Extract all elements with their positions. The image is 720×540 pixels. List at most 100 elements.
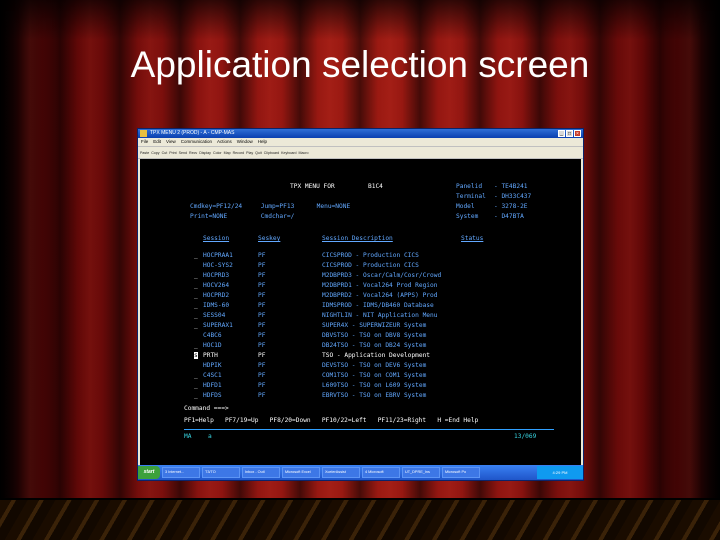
terminal-label: Terminal bbox=[456, 193, 486, 200]
model-label: Model bbox=[456, 203, 475, 210]
session-name: HOCPRD2 bbox=[203, 292, 230, 299]
toolbar-button[interactable]: Send bbox=[179, 151, 187, 155]
session-seskey: PF bbox=[258, 372, 266, 379]
oia-separator bbox=[184, 429, 554, 430]
session-seskey: PF bbox=[258, 342, 266, 349]
toolbar-button[interactable]: Keyboard bbox=[281, 151, 296, 155]
cmdkey-line: Cmdkey=PF12/24 Jump=PF13 Menu=NONE bbox=[190, 203, 351, 210]
taskbar-item[interactable]: Inbox - Outl bbox=[242, 467, 280, 478]
session-description: TSO - Application Development bbox=[322, 352, 431, 359]
model: - 3278-2E bbox=[494, 203, 528, 210]
header-status: Status bbox=[461, 235, 484, 242]
row-mark[interactable]: _ bbox=[194, 392, 198, 399]
menu-title: TPX MENU FOR bbox=[290, 183, 335, 190]
session-seskey: PF bbox=[258, 392, 266, 399]
row-mark[interactable]: _ bbox=[194, 312, 198, 319]
session-description: M2DBPRD1 - Vocal264 Prod Region bbox=[322, 282, 438, 289]
taskbar-item[interactable]: XcelerAssist bbox=[322, 467, 360, 478]
start-button[interactable]: start bbox=[138, 466, 160, 479]
slide-title: Application selection screen bbox=[130, 44, 590, 85]
row-mark[interactable]: _ bbox=[194, 292, 198, 299]
system: - D47BTA bbox=[494, 213, 524, 220]
session-name: HOCV264 bbox=[203, 282, 230, 289]
session-description: M2DBPRD3 - Oscar/Calm/Cosr/Crowd bbox=[322, 272, 442, 279]
window-titlebar[interactable]: TPX MENU 2 (PROD) - A - CMP-MAS _ □ × bbox=[138, 129, 583, 138]
toolbar-button[interactable]: Macro bbox=[299, 151, 309, 155]
taskbar-item[interactable]: Microsoft Excel bbox=[282, 467, 320, 478]
panel-id-label: Panelid bbox=[456, 183, 483, 190]
session-name: SESS04 bbox=[203, 312, 226, 319]
session-name: IDMS-60 bbox=[203, 302, 230, 309]
header-session: Session bbox=[203, 235, 230, 242]
terminal-screen[interactable]: TPX MENU FOR B1C4 Panelid - TE4B241 Term… bbox=[140, 159, 581, 467]
menu-file[interactable]: File bbox=[141, 138, 148, 146]
session-description: DEVSTSO - TSO on DEV6 System bbox=[322, 362, 427, 369]
terminal-emulator-window: TPX MENU 2 (PROD) - A - CMP-MAS _ □ × Fi… bbox=[137, 128, 584, 481]
row-mark[interactable]: _ bbox=[194, 342, 198, 349]
menu-actions[interactable]: Actions bbox=[217, 138, 232, 146]
session-name: SUPERAX1 bbox=[203, 322, 233, 329]
menu-communication[interactable]: Communication bbox=[181, 138, 212, 146]
menu-edit[interactable]: Edit bbox=[153, 138, 161, 146]
toolbar-button[interactable]: Display bbox=[199, 151, 211, 155]
taskbar-item[interactable]: 3 Internet... bbox=[162, 467, 200, 478]
row-mark[interactable]: _ bbox=[194, 382, 198, 389]
session-name: HDFD1 bbox=[203, 382, 222, 389]
session-description: EBRVTSO - TSO on EBRV System bbox=[322, 392, 427, 399]
row-mark[interactable]: _ bbox=[194, 372, 198, 379]
session-seskey: PF bbox=[258, 382, 266, 389]
panel-id: - TE4B241 bbox=[494, 183, 528, 190]
taskbar-item[interactable]: T3/TO bbox=[202, 467, 240, 478]
session-name: C4BC6 bbox=[203, 332, 222, 339]
terminal-id: - DH33C437 bbox=[494, 193, 532, 200]
menu-help[interactable]: Help bbox=[258, 138, 267, 146]
maximize-icon[interactable]: □ bbox=[566, 130, 573, 137]
session-name: C4SC1 bbox=[203, 372, 222, 379]
session-description: DB24TSO - TSO on DB24 System bbox=[322, 342, 427, 349]
session-seskey: PF bbox=[258, 282, 266, 289]
toolbar-button[interactable]: Paste bbox=[140, 151, 149, 155]
menu-window[interactable]: Window bbox=[237, 138, 253, 146]
toolbar-button[interactable]: Quit bbox=[255, 151, 262, 155]
row-mark-selected[interactable]: s bbox=[194, 352, 198, 359]
row-mark[interactable]: _ bbox=[194, 302, 198, 309]
toolbar-button[interactable]: Record bbox=[233, 151, 245, 155]
close-icon[interactable]: × bbox=[574, 130, 581, 137]
session-name: HOCPRD3 bbox=[203, 272, 230, 279]
taskbar-item[interactable]: Microsoft Po bbox=[442, 467, 480, 478]
user-id: B1C4 bbox=[368, 183, 383, 190]
toolbar-button[interactable]: Play bbox=[246, 151, 253, 155]
session-description: DBVSTSO - TSO on DBV8 System bbox=[322, 332, 427, 339]
toolbar-button[interactable]: Recv bbox=[189, 151, 197, 155]
menu-bar: File Edit View Communication Actions Win… bbox=[138, 138, 583, 146]
row-mark[interactable]: _ bbox=[194, 322, 198, 329]
app-icon bbox=[140, 130, 147, 137]
session-description: NIGHTLIN - NIT Application Menu bbox=[322, 312, 438, 319]
system-clock[interactable]: 4:29 PM bbox=[537, 466, 583, 479]
row-mark[interactable]: _ bbox=[194, 282, 198, 289]
taskbar-item[interactable]: 4 Microsoft bbox=[362, 467, 400, 478]
session-description: L609TSO - TSO on L609 System bbox=[322, 382, 427, 389]
curtain-valance bbox=[0, 0, 720, 40]
session-seskey: PF bbox=[258, 332, 266, 339]
session-description: M2DBPRD2 - Vocal264 (APPS) Prod bbox=[322, 292, 438, 299]
session-seskey: PF bbox=[258, 262, 266, 269]
toolbar-button[interactable]: Print bbox=[169, 151, 176, 155]
session-seskey: PF bbox=[258, 252, 266, 259]
row-mark[interactable]: _ bbox=[194, 272, 198, 279]
toolbar-button[interactable]: Copy bbox=[151, 151, 159, 155]
system-label: System bbox=[456, 213, 479, 220]
row-mark[interactable]: _ bbox=[194, 252, 198, 259]
session-description: SUPER4X - SUPERWIZEUR System bbox=[322, 322, 427, 329]
toolbar-button[interactable]: Color bbox=[213, 151, 222, 155]
session-seskey: PF bbox=[258, 312, 266, 319]
taskbar-item[interactable]: UT_DPRE_Ins bbox=[402, 467, 440, 478]
windows-taskbar: start 3 Internet... T3/TO Inbox - Outl M… bbox=[138, 465, 583, 480]
minimize-icon[interactable]: _ bbox=[558, 130, 565, 137]
command-input[interactable] bbox=[232, 405, 532, 413]
menu-view[interactable]: View bbox=[166, 138, 176, 146]
toolbar: Paste Copy Cut Print Send Recv Display C… bbox=[138, 146, 583, 159]
toolbar-button[interactable]: Cut bbox=[162, 151, 168, 155]
toolbar-button[interactable]: Map bbox=[224, 151, 231, 155]
toolbar-button[interactable]: Clipboard bbox=[264, 151, 279, 155]
